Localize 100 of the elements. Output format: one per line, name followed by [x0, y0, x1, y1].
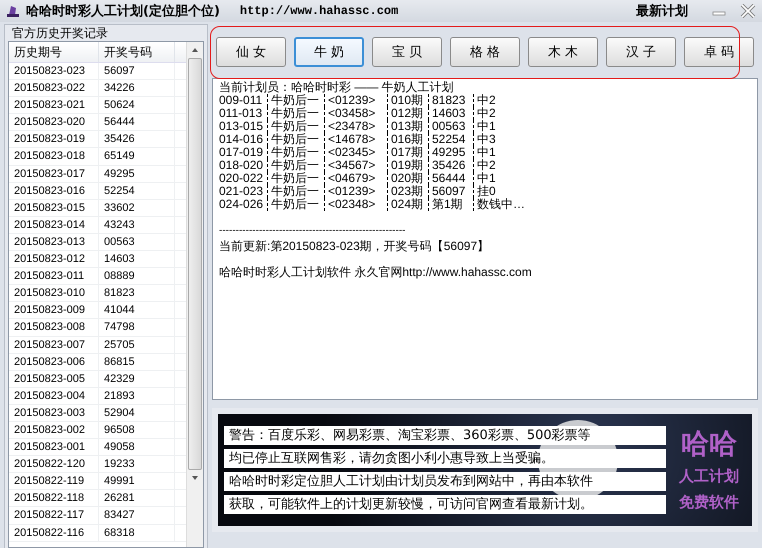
table-cell: 35426 [99, 131, 175, 148]
plan-cell: 017期 [388, 146, 429, 159]
plan-cell: <01239> [325, 185, 388, 198]
planner-button[interactable]: 仙 女 [216, 37, 286, 67]
table-cell: 20150823-017 [9, 166, 99, 182]
plan-cell: <34567> [325, 159, 388, 172]
plan-heading: 当前计划员：哈哈时时彩 —— 牛奶人工计划 [219, 81, 455, 94]
table-cell: 20150823-014 [9, 216, 99, 233]
close-icon[interactable] [740, 4, 756, 18]
table-cell: 20150823-011 [9, 268, 99, 284]
plan-cell: <03458> [325, 107, 388, 120]
window-title: 哈哈时时彩人工计划(定位胆个位) [26, 2, 220, 20]
plan-cell: <23478> [325, 120, 388, 133]
planner-button[interactable]: 牛 奶 [294, 37, 364, 67]
table-cell: 41044 [99, 302, 175, 318]
plan-cell: 018-020 [219, 159, 268, 172]
table-cell: 20150823-001 [9, 439, 99, 456]
footer-text: 哈哈时时彩人工计划软件 永久官网 [219, 265, 402, 279]
plan-cell-text: 中1 [476, 172, 497, 185]
table-cell: 96508 [99, 422, 175, 438]
plan-cell: 024期 [388, 198, 429, 211]
table-cell: 20150823-023 [9, 63, 99, 80]
plan-cell-text: 中2 [476, 107, 497, 120]
table-cell: 52904 [99, 404, 175, 421]
notice-text: 哈哈时时彩定位胆人工计划由计划员发布到网站中，再由本软件 [224, 472, 666, 491]
plan-cell: 52254 [429, 133, 474, 146]
plan-cell: 00563 [429, 120, 474, 133]
plan-cell-text: 数钱中… [476, 198, 526, 211]
planner-button[interactable]: 汉 子 [606, 37, 676, 67]
plan-cell: 024-026 [219, 198, 268, 211]
planner-button[interactable]: 格 格 [450, 37, 520, 67]
table-cell: 49991 [99, 473, 175, 490]
plan-cell: 56097 [429, 185, 474, 198]
plan-cell: 023期 [388, 185, 429, 198]
banner-slogan: 免费软件 [679, 492, 739, 513]
plan-cell: 011-013 [219, 107, 268, 120]
table-cell: 65149 [99, 148, 175, 165]
table-cell: 08889 [99, 268, 175, 284]
table-cell: 68318 [99, 524, 175, 541]
plan-cell: 009-011 [219, 94, 268, 107]
notice-text: 警告：百度乐彩、网易彩票、淘宝彩票、360彩票、500彩票等 [224, 426, 666, 445]
table-cell: 83427 [99, 507, 175, 524]
plan-cell: 牛奶后一 [268, 172, 325, 185]
table-cell: 20150823-003 [9, 404, 99, 421]
website-link[interactable]: http://www.hahassc.com [402, 265, 532, 279]
table-cell: 20150822-120 [9, 456, 99, 472]
scrollbar[interactable] [186, 42, 203, 547]
banner-slogan: 哈哈 [681, 427, 737, 461]
table-cell: 20150822-118 [9, 490, 99, 506]
plan-cell: 016期 [388, 133, 429, 146]
plan-cell: 牛奶后一 [268, 159, 325, 172]
table-cell: 20150823-009 [9, 302, 99, 318]
plan-cell: <01239> [325, 94, 388, 107]
plan-cell: <02345> [325, 146, 388, 159]
plan-cell: 014-016 [219, 133, 268, 146]
table-cell: 20150823-002 [9, 422, 99, 438]
plan-cell: 牛奶后一 [268, 146, 325, 159]
plan-cell: 013-015 [219, 120, 268, 133]
plan-cell: <04679> [325, 172, 388, 185]
plan-cell: 010期 [388, 94, 429, 107]
plan-cell: 81823 [429, 94, 474, 107]
table-cell: 20150823-004 [9, 388, 99, 404]
plan-cell-text: 中1 [476, 120, 497, 133]
table-cell: 20150823-013 [9, 234, 99, 250]
column-header[interactable]: 开奖号码 [99, 42, 175, 62]
column-header[interactable]: 历史期号 [9, 42, 99, 62]
table-cell: 20150823-022 [9, 80, 99, 96]
table-cell: 14603 [99, 251, 175, 268]
planner-button[interactable]: 宝 贝 [372, 37, 442, 67]
table-cell: 20150823-006 [9, 354, 99, 370]
table-cell: 20150823-020 [9, 114, 99, 130]
plan-cell: 020-022 [219, 172, 268, 185]
table-cell: 86815 [99, 354, 175, 370]
latest-plan-link[interactable]: 最新计划 [636, 2, 688, 20]
plan-cell: 56444 [429, 172, 474, 185]
planner-button[interactable]: 卓 码 [684, 37, 754, 67]
plan-cell: 牛奶后一 [268, 198, 325, 211]
plan-cell-text: 挂0 [476, 185, 497, 198]
plan-cell: <14678> [325, 133, 388, 146]
table-cell: 50624 [99, 97, 175, 114]
table-cell: 33602 [99, 200, 175, 216]
plan-cell: 牛奶后一 [268, 185, 325, 198]
table-cell: 56097 [99, 63, 175, 80]
table-cell: 19233 [99, 456, 175, 472]
table-cell: 43243 [99, 216, 175, 233]
planner-button[interactable]: 木 木 [528, 37, 598, 67]
table-cell: 20150823-021 [9, 97, 99, 114]
separator-text: -------------------------------------------------------- [219, 224, 406, 237]
table-cell: 25705 [99, 336, 175, 353]
table-cell: 56444 [99, 114, 175, 130]
plan-cell-text: 中3 [476, 133, 497, 146]
table-cell: 20150823-008 [9, 319, 99, 336]
table-cell: 52254 [99, 182, 175, 199]
plan-cell-text: 中2 [476, 159, 497, 172]
plan-cell: 35426 [429, 159, 474, 172]
table-cell: 26281 [99, 490, 175, 506]
update-text: 当前更新:第20150823-023期，开奖号码【56097】 [219, 239, 490, 253]
plan-cell: 013期 [388, 120, 429, 133]
history-group-title: 官方历史开奖记录 [12, 25, 109, 41]
table-cell: 20150823-010 [9, 285, 99, 302]
